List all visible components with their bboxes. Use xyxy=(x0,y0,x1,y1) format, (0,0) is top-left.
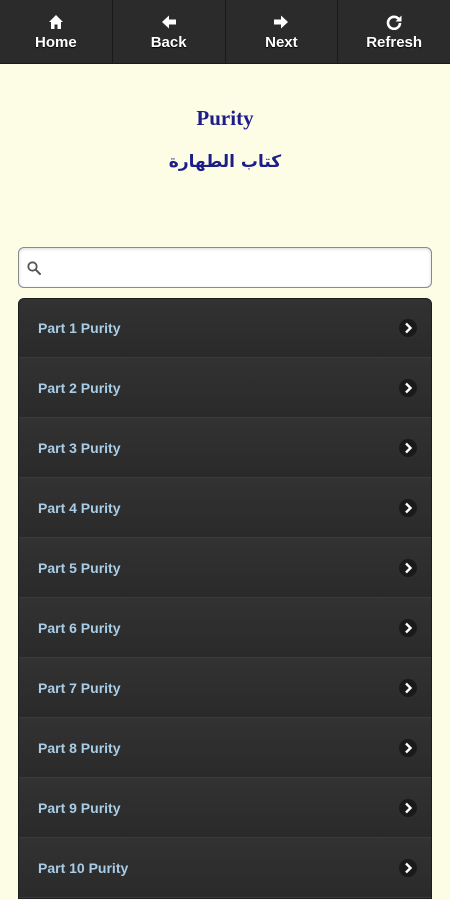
list-item[interactable]: Part 9 Purity xyxy=(19,778,431,838)
refresh-icon xyxy=(384,12,404,32)
home-icon xyxy=(46,12,66,32)
chevron-right-icon xyxy=(399,618,417,637)
search-icon xyxy=(25,259,43,277)
list-item-label: Part 10 Purity xyxy=(38,859,129,876)
page-subtitle-arabic: كتاب الطهارة xyxy=(168,152,282,172)
back-label: Back xyxy=(150,34,187,51)
list-item[interactable]: Part 6 Purity xyxy=(19,598,431,658)
list-item-label: Part 8 Purity xyxy=(38,739,121,756)
home-label: Home xyxy=(35,34,77,51)
chevron-right-icon xyxy=(399,378,417,397)
list-item-label: Part 5 Purity xyxy=(38,559,121,576)
chevron-right-icon xyxy=(399,438,417,457)
page-title: Purity xyxy=(196,106,254,130)
list-item[interactable]: Part 4 Purity xyxy=(19,478,431,538)
list-item-label: Part 2 Purity xyxy=(38,379,121,396)
list-item[interactable]: Part 8 Purity xyxy=(19,718,431,778)
chevron-right-icon xyxy=(399,858,417,877)
chapter-list: Part 1 Purity Part 2 Purity Part 3 Purit… xyxy=(18,298,432,899)
list-item-label: Part 1 Purity xyxy=(38,320,121,336)
list-item[interactable]: Part 2 Purity xyxy=(19,358,431,418)
next-label: Next xyxy=(265,34,298,51)
chevron-right-icon xyxy=(399,558,417,577)
list-item-label: Part 4 Purity xyxy=(38,499,121,516)
search-input[interactable] xyxy=(43,249,431,286)
top-navbar: Home Back Next Refresh xyxy=(0,0,450,64)
chevron-right-icon xyxy=(399,678,417,697)
list-item-label: Part 3 Purity xyxy=(38,439,121,456)
chevron-right-icon xyxy=(399,319,417,337)
next-button[interactable]: Next xyxy=(226,0,339,63)
list-item[interactable]: Part 7 Purity xyxy=(19,658,431,718)
arrow-left-icon xyxy=(159,12,179,32)
list-item[interactable]: Part 3 Purity xyxy=(19,418,431,478)
list-item[interactable]: Part 1 Purity xyxy=(19,299,431,358)
list-item-label: Part 6 Purity xyxy=(38,619,121,636)
list-item[interactable]: Part 10 Purity xyxy=(19,838,431,898)
arrow-right-icon xyxy=(271,12,291,32)
search-box xyxy=(18,247,432,288)
refresh-button[interactable]: Refresh xyxy=(338,0,450,63)
refresh-label: Refresh xyxy=(366,34,423,51)
chevron-right-icon xyxy=(399,738,417,757)
list-item[interactable]: Part 5 Purity xyxy=(19,538,431,598)
chevron-right-icon xyxy=(399,498,417,517)
chevron-right-icon xyxy=(399,798,417,817)
list-item-label: Part 9 Purity xyxy=(38,799,121,816)
back-button[interactable]: Back xyxy=(113,0,226,63)
home-button[interactable]: Home xyxy=(0,0,113,63)
list-item-label: Part 7 Purity xyxy=(38,679,121,696)
